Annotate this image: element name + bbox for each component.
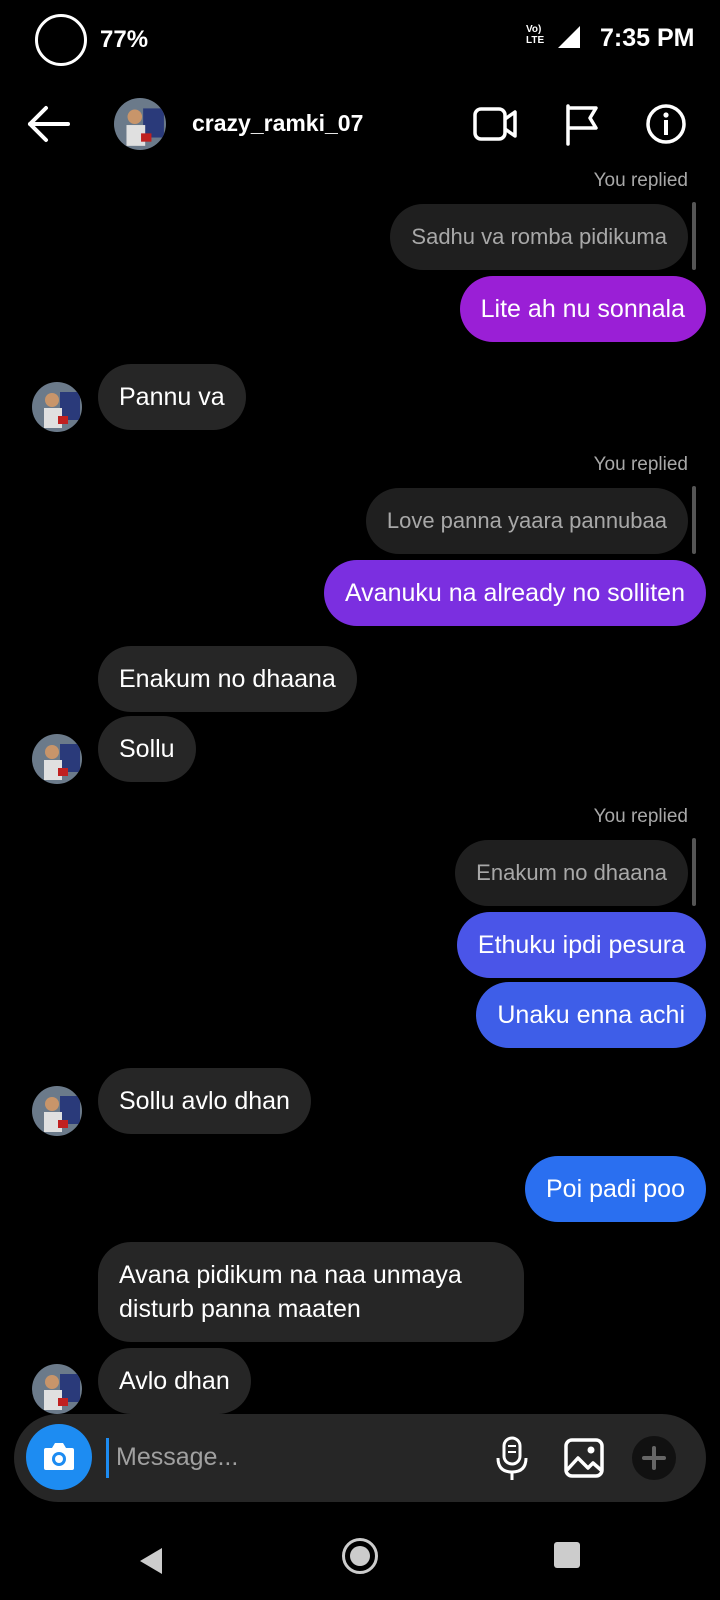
reply-label: You replied [593, 170, 688, 191]
sender-avatar[interactable] [32, 382, 82, 432]
camera-button[interactable] [26, 1424, 92, 1490]
back-arrow-icon [28, 106, 70, 142]
nav-back-icon[interactable] [136, 1546, 166, 1576]
chat-username[interactable]: crazy_ramki_07 [192, 110, 363, 137]
avatar-image [32, 1086, 82, 1136]
image-icon [564, 1438, 604, 1478]
more-options-button[interactable] [632, 1436, 676, 1480]
outgoing-message[interactable]: Lite ah nu sonnala [459, 276, 706, 342]
info-button[interactable] [644, 102, 688, 146]
reply-quote[interactable]: Sadhu va romba pidikuma [390, 204, 688, 270]
flag-icon [566, 104, 598, 146]
nav-home-button[interactable] [342, 1538, 378, 1574]
outgoing-message[interactable]: Poi padi poo [524, 1156, 706, 1222]
reply-quote[interactable]: Enakum no dhaana [455, 840, 688, 906]
nav-recents-button[interactable] [554, 1542, 580, 1568]
incoming-message[interactable]: Sollu avlo dhan [98, 1068, 311, 1134]
message-input[interactable] [110, 1434, 482, 1480]
gallery-button[interactable] [562, 1436, 606, 1480]
profile-avatar[interactable] [114, 98, 166, 150]
reply-label: You replied [593, 806, 688, 827]
battery-level: 77% [100, 26, 149, 53]
avatar-image [32, 382, 82, 432]
message-composer [14, 1414, 706, 1502]
plus-icon [642, 1446, 666, 1470]
signal-icon [558, 26, 580, 48]
outgoing-message[interactable]: Ethuku ipdi pesura [456, 912, 706, 978]
info-icon [646, 104, 686, 144]
sender-avatar[interactable] [32, 734, 82, 784]
clock: 7:35 PM [600, 24, 695, 52]
battery-icon [35, 14, 87, 66]
reply-indicator [692, 838, 696, 906]
back-button[interactable] [24, 104, 74, 144]
system-nav-bar [0, 1516, 720, 1600]
reply-indicator [692, 486, 696, 554]
incoming-message[interactable]: Sollu [98, 716, 196, 782]
reply-indicator [692, 202, 696, 270]
home-icon [350, 1546, 370, 1566]
voice-message-button[interactable] [492, 1434, 532, 1482]
incoming-message[interactable]: Avlo dhan [98, 1348, 251, 1414]
microphone-icon [496, 1436, 528, 1480]
video-camera-icon [473, 107, 517, 141]
outgoing-message[interactable]: Unaku enna achi [476, 982, 706, 1048]
reply-label: You replied [593, 454, 688, 475]
chat-header: crazy_ramki_07 [0, 86, 720, 166]
avatar-image [114, 98, 166, 150]
text-cursor [106, 1438, 109, 1478]
sender-avatar[interactable] [32, 1364, 82, 1414]
incoming-message[interactable]: Enakum no dhaana [98, 646, 357, 712]
status-bar: 77% Vo) LTE 7:35 PM [0, 0, 720, 80]
reply-quote[interactable]: Love panna yaara pannubaa [365, 488, 688, 554]
camera-icon [44, 1443, 74, 1470]
incoming-message[interactable]: Pannu va [98, 364, 246, 430]
volte-icon: Vo) LTE [526, 24, 545, 46]
outgoing-message[interactable]: Avanuku na already no solliten [323, 560, 706, 626]
avatar-image [32, 1364, 82, 1414]
incoming-message[interactable]: Avana pidikum na naa unmaya disturb pann… [98, 1242, 524, 1342]
report-button[interactable] [562, 102, 602, 146]
video-call-button[interactable] [472, 104, 520, 144]
avatar-image [32, 734, 82, 784]
sender-avatar[interactable] [32, 1086, 82, 1136]
